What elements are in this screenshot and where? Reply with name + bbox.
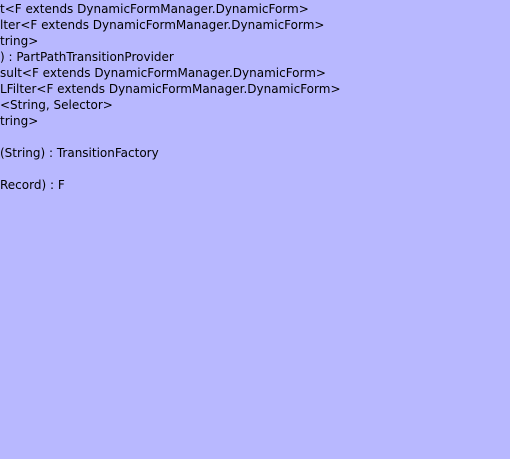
completion-item[interactable]: (String) : TransitionFactory bbox=[0, 145, 341, 161]
completion-item[interactable]: LFilter<F extends DynamicFormManager.Dyn… bbox=[0, 81, 341, 97]
completion-item bbox=[0, 129, 341, 145]
completion-list: t<F extends DynamicFormManager.DynamicFo… bbox=[0, 1, 341, 193]
completion-item[interactable]: sult<F extends DynamicFormManager.Dynami… bbox=[0, 65, 341, 81]
completion-item[interactable]: lter<F extends DynamicFormManager.Dynami… bbox=[0, 17, 341, 33]
completion-item[interactable]: <String, Selector> bbox=[0, 97, 341, 113]
completion-item[interactable]: Record) : F bbox=[0, 177, 341, 193]
completion-item bbox=[0, 161, 341, 177]
completion-item[interactable]: ) : PartPathTransitionProvider bbox=[0, 49, 341, 65]
completion-item[interactable]: t<F extends DynamicFormManager.DynamicFo… bbox=[0, 1, 341, 17]
completion-item[interactable]: tring> bbox=[0, 33, 341, 49]
completion-list-panel: t<F extends DynamicFormManager.DynamicFo… bbox=[0, 0, 510, 459]
completion-item[interactable]: tring> bbox=[0, 113, 341, 129]
